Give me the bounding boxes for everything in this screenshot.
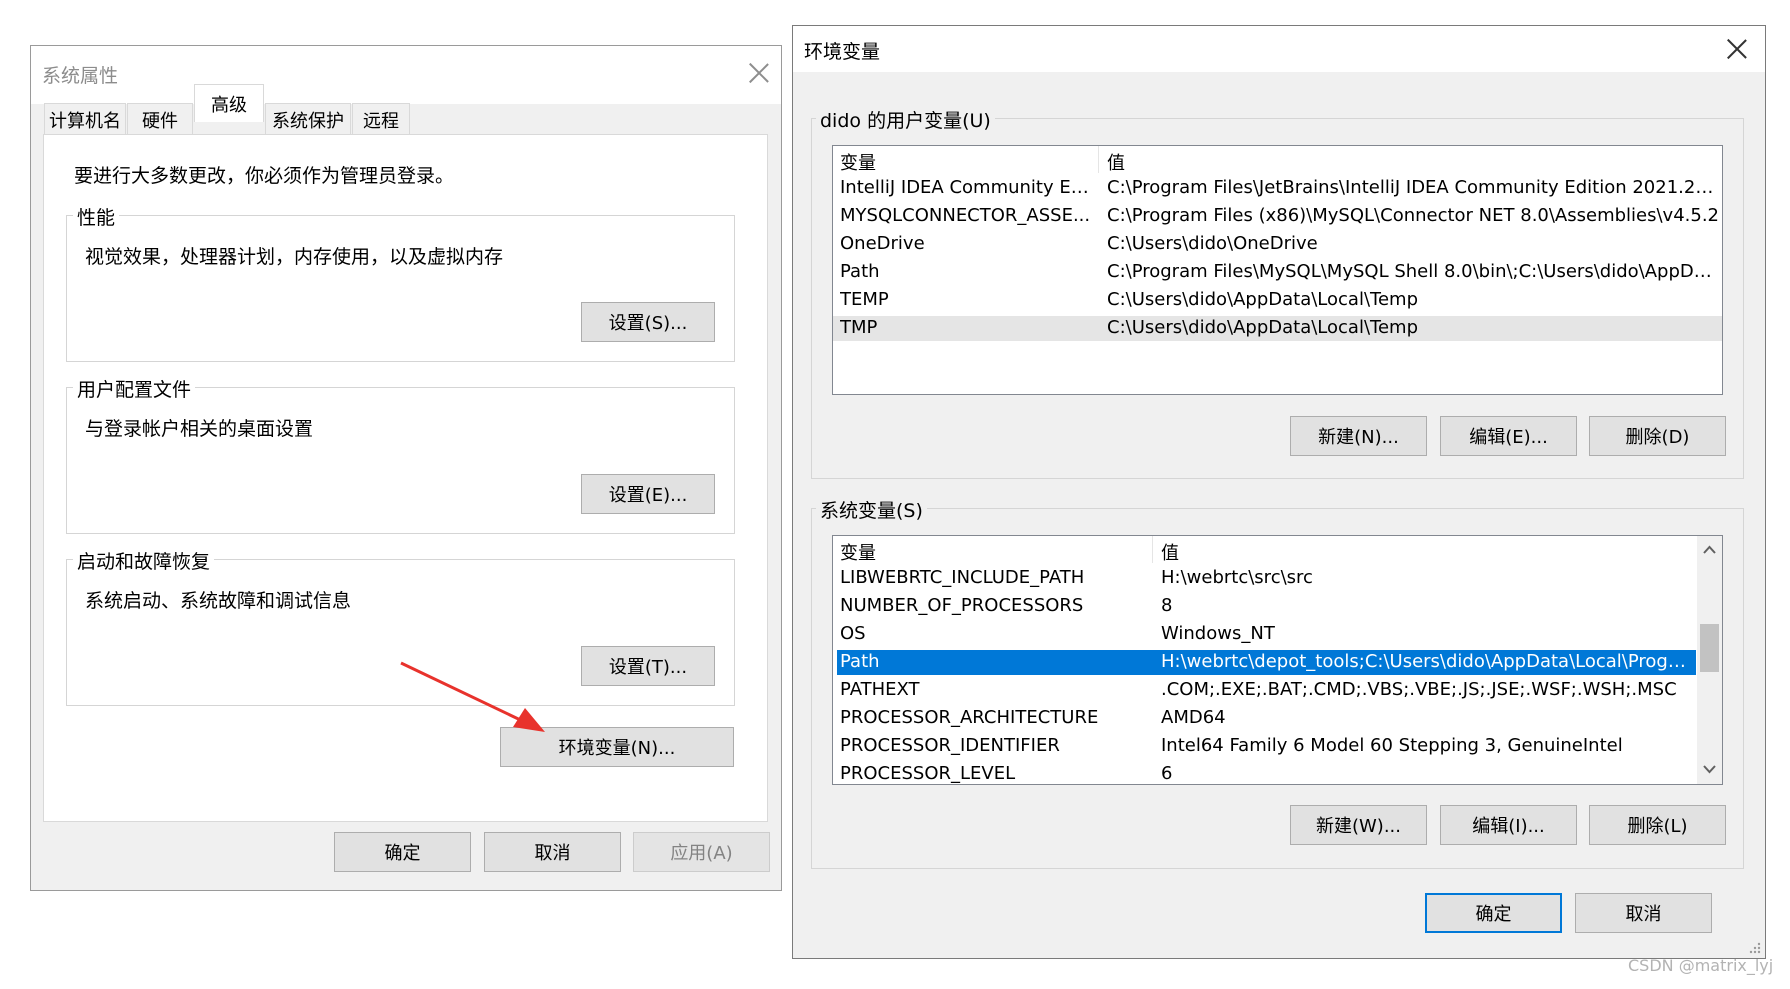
- system-variable-delete-button[interactable]: 删除(L): [1589, 805, 1726, 845]
- variable-name: PATHEXT: [840, 679, 920, 700]
- dialog-title: 环境变量: [804, 41, 881, 63]
- variable-name: NUMBER_OF_PROCESSORS: [840, 595, 1084, 616]
- list-item[interactable]: LIBWEBRTC_INCLUDE_PATH H:\webrtc\src\src: [833, 566, 1696, 591]
- variable-name: TMP: [840, 317, 878, 338]
- user-variable-delete-button[interactable]: 删除(D): [1589, 416, 1726, 456]
- user-variables-header: 变量 值: [833, 146, 1722, 175]
- system-properties-apply-button[interactable]: 应用(A): [633, 832, 770, 872]
- variable-value: C:\Program Files\MySQL\MySQL Shell 8.0\b…: [1107, 261, 1719, 282]
- variable-name: PROCESSOR_LEVEL: [840, 763, 1016, 784]
- environment-variables-titlebar: 环境变量: [793, 26, 1765, 72]
- tab-computer-name[interactable]: 计算机名: [44, 103, 126, 135]
- user-variables-list[interactable]: 变量 值 IntelliJ IDEA Community Edi... C:\P…: [832, 145, 1723, 395]
- system-variables-list[interactable]: 变量 值 LIBWEBRTC_INCLUDE_PATH H:\webrtc\sr…: [832, 535, 1723, 785]
- variable-value: Intel64 Family 6 Model 60 Stepping 3, Ge…: [1161, 735, 1623, 756]
- close-icon[interactable]: [1722, 34, 1752, 64]
- column-header-value[interactable]: 值: [1161, 539, 1179, 565]
- column-header-variable[interactable]: 变量: [840, 539, 876, 565]
- variable-value: Windows_NT: [1161, 623, 1275, 644]
- scrollbar-thumb[interactable]: [1700, 624, 1719, 672]
- vertical-scrollbar[interactable]: [1697, 536, 1722, 784]
- user-variable-edit-button[interactable]: 编辑(E)...: [1440, 416, 1577, 456]
- variable-name: PROCESSOR_ARCHITECTURE: [840, 707, 1099, 728]
- startup-recovery-description: 系统启动、系统故障和调试信息: [85, 590, 352, 612]
- performance-group-title: 性能: [73, 203, 120, 230]
- variable-value: 8: [1161, 595, 1173, 616]
- list-item[interactable]: PROCESSOR_ARCHITECTURE AMD64: [833, 706, 1696, 731]
- dialog-title: 系统属性: [42, 65, 119, 87]
- list-item[interactable]: Path C:\Program Files\MySQL\MySQL Shell …: [833, 260, 1722, 285]
- performance-group: 性能 视觉效果，处理器计划，内存使用，以及虚拟内存 设置(S)...: [66, 203, 735, 362]
- list-item[interactable]: NUMBER_OF_PROCESSORS 8: [833, 594, 1696, 619]
- variable-name: MYSQLCONNECTOR_ASSE...: [840, 205, 1091, 226]
- system-properties-titlebar: 系统属性: [31, 46, 781, 104]
- variable-name: IntelliJ IDEA Community Edi...: [840, 177, 1095, 198]
- tab-system-protection[interactable]: 系统保护: [265, 103, 351, 135]
- environment-variables-cancel-button[interactable]: 取消: [1575, 893, 1712, 933]
- variable-name: PROCESSOR_IDENTIFIER: [840, 735, 1060, 756]
- list-item[interactable]: MYSQLCONNECTOR_ASSE... C:\Program Files …: [833, 204, 1722, 229]
- list-item[interactable]: PROCESSOR_IDENTIFIER Intel64 Family 6 Mo…: [833, 734, 1696, 759]
- list-item-selected[interactable]: Path H:\webrtc\depot_tools;C:\Users\dido…: [837, 650, 1696, 675]
- variable-value: H:\webrtc\depot_tools;C:\Users\dido\AppD…: [1161, 651, 1691, 672]
- list-item[interactable]: PATHEXT .COM;.EXE;.BAT;.CMD;.VBS;.VBE;.J…: [833, 678, 1696, 703]
- system-variables-group-title: 系统变量(S): [816, 496, 927, 523]
- resize-grip-icon[interactable]: [1748, 941, 1762, 955]
- close-icon[interactable]: [744, 58, 774, 88]
- variable-value: AMD64: [1161, 707, 1226, 728]
- variable-name: OS: [840, 623, 866, 644]
- variable-name: OneDrive: [840, 233, 925, 254]
- startup-recovery-group-title: 启动和故障恢复: [73, 547, 215, 574]
- user-variable-new-button[interactable]: 新建(N)...: [1290, 416, 1427, 456]
- variable-value: .COM;.EXE;.BAT;.CMD;.VBS;.VBE;.JS;.JSE;.…: [1161, 679, 1677, 700]
- watermark: CSDN @matrix_lyj: [1628, 956, 1774, 975]
- system-variable-new-button[interactable]: 新建(W)...: [1290, 805, 1427, 845]
- variable-name: Path: [840, 651, 880, 672]
- admin-note: 要进行大多数更改，你必须作为管理员登录。: [74, 165, 455, 187]
- user-profile-settings-button[interactable]: 设置(E)...: [581, 474, 715, 514]
- list-item[interactable]: OneDrive C:\Users\dido\OneDrive: [833, 232, 1722, 257]
- environment-variables-ok-button[interactable]: 确定: [1425, 893, 1562, 933]
- list-item[interactable]: PROCESSOR_LEVEL 6: [833, 762, 1696, 784]
- variable-value: 6: [1161, 763, 1173, 784]
- variable-value: C:\Users\dido\AppData\Local\Temp: [1107, 317, 1418, 338]
- user-profile-group: 用户配置文件 与登录帐户相关的桌面设置 设置(E)...: [66, 375, 735, 534]
- variable-name: Path: [840, 261, 880, 282]
- system-variable-edit-button[interactable]: 编辑(I)...: [1440, 805, 1577, 845]
- list-item[interactable]: IntelliJ IDEA Community Edi... C:\Progra…: [833, 176, 1722, 201]
- variable-value: C:\Program Files\JetBrains\IntelliJ IDEA…: [1107, 177, 1719, 198]
- list-item[interactable]: TMP C:\Users\dido\AppData\Local\Temp: [833, 316, 1722, 341]
- variable-name: TEMP: [840, 289, 889, 310]
- system-properties-ok-button[interactable]: 确定: [334, 832, 471, 872]
- tab-advanced[interactable]: 高级: [194, 84, 264, 122]
- column-header-value[interactable]: 值: [1107, 149, 1125, 175]
- variable-value: C:\Users\dido\AppData\Local\Temp: [1107, 289, 1418, 310]
- tab-remote[interactable]: 远程: [352, 103, 410, 135]
- column-separator: [1152, 536, 1153, 563]
- variable-value: C:\Program Files (x86)\MySQL\Connector N…: [1107, 205, 1719, 226]
- system-properties-cancel-button[interactable]: 取消: [484, 832, 621, 872]
- column-header-variable[interactable]: 变量: [840, 149, 876, 175]
- user-variables-group-title: dido 的用户变量(U): [816, 106, 995, 133]
- chevron-up-icon[interactable]: [1703, 545, 1716, 554]
- user-profile-description: 与登录帐户相关的桌面设置: [85, 418, 314, 440]
- user-profile-group-title: 用户配置文件: [73, 375, 196, 402]
- system-variables-header: 变量 值: [833, 536, 1722, 565]
- column-separator: [1098, 146, 1099, 173]
- variable-value: C:\Users\dido\OneDrive: [1107, 233, 1318, 254]
- chevron-down-icon[interactable]: [1703, 765, 1716, 774]
- variable-value: H:\webrtc\src\src: [1161, 567, 1313, 588]
- performance-settings-button[interactable]: 设置(S)...: [581, 302, 715, 342]
- annotation-arrow-icon: [400, 661, 545, 732]
- tab-hardware[interactable]: 硬件: [127, 103, 193, 135]
- list-item[interactable]: OS Windows_NT: [833, 622, 1696, 647]
- startup-recovery-settings-button[interactable]: 设置(T)...: [581, 646, 715, 686]
- variable-name: LIBWEBRTC_INCLUDE_PATH: [840, 567, 1085, 588]
- list-item[interactable]: TEMP C:\Users\dido\AppData\Local\Temp: [833, 288, 1722, 313]
- performance-description: 视觉效果，处理器计划，内存使用，以及虚拟内存: [85, 246, 504, 268]
